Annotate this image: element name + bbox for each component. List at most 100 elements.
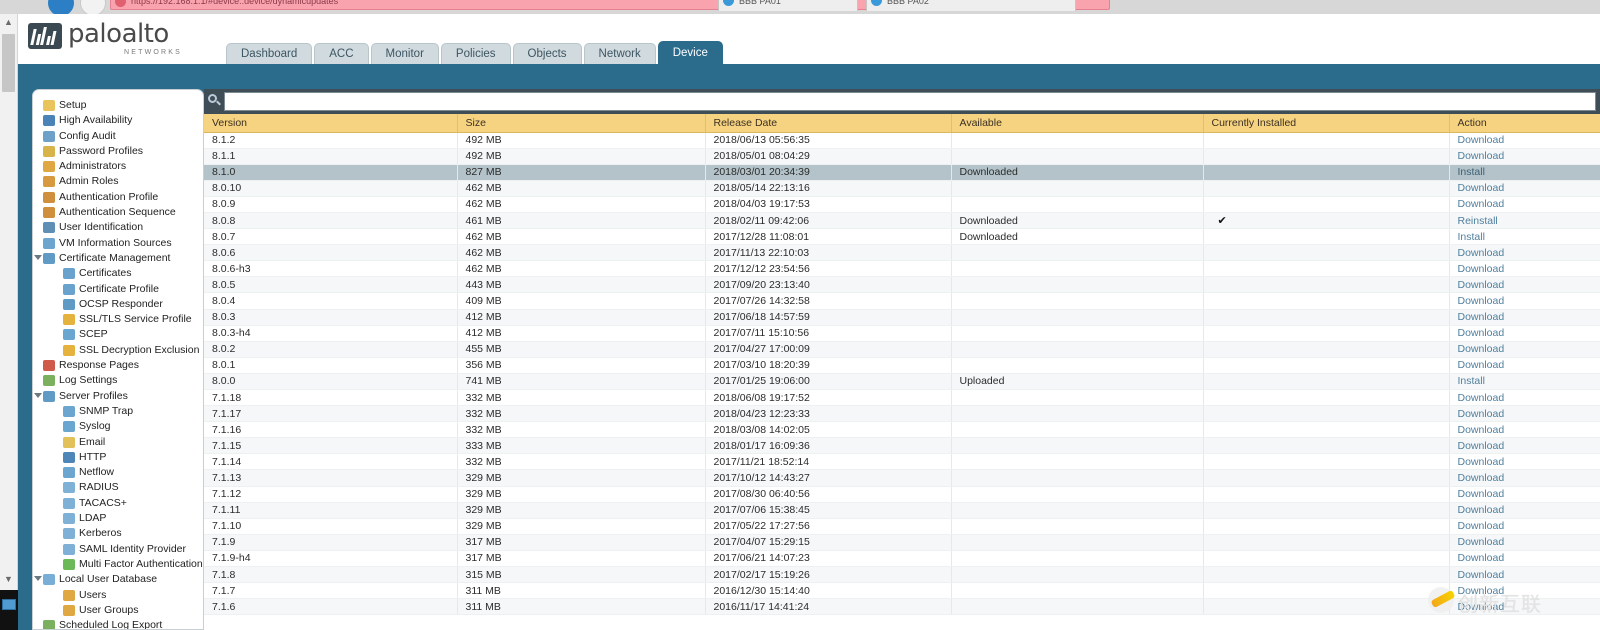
table-row[interactable]: 7.1.9-h4 317 MB 2017/06/21 14:07:23 Downloa… — [204, 550, 1600, 568]
action-link[interactable]: Download — [1458, 504, 1505, 516]
table-row[interactable]: 7.1.10 329 MB 2017/05/22 17:27:56 Download — [204, 518, 1600, 535]
browser-back-icon[interactable] — [48, 0, 74, 14]
action-link[interactable]: Download — [1458, 263, 1505, 275]
table-row[interactable]: 8.0.0 741 MB 2017/01/25 19:06:00 Uploaded In… — [204, 373, 1600, 391]
chevron-down-icon[interactable] — [34, 392, 42, 398]
sidebar-item-administrators[interactable]: Administrators — [33, 159, 203, 174]
action-link[interactable]: Install — [1458, 166, 1485, 178]
cell-action[interactable]: Download — [1449, 148, 1600, 165]
cell-action[interactable]: Download — [1449, 325, 1600, 342]
sidebar-item-snmp-trap[interactable]: SNMP Trap — [33, 404, 203, 419]
sidebar-item-kerberos[interactable]: Kerberos — [33, 526, 203, 541]
action-link[interactable]: Download — [1458, 488, 1505, 500]
sidebar-item-certificates[interactable]: Certificates — [33, 266, 203, 281]
sidebar-item-ldap[interactable]: LDAP — [33, 511, 203, 526]
action-link[interactable]: Download — [1458, 150, 1505, 162]
cell-action[interactable]: Download — [1449, 566, 1600, 584]
table-row[interactable]: 7.1.18 332 MB 2018/06/08 19:17:52 Download — [204, 389, 1600, 407]
column-header-currently-installed[interactable]: Currently Installed — [1203, 114, 1450, 133]
table-row[interactable]: 8.0.8 461 MB 2018/02/11 09:42:06 Downloaded… — [204, 212, 1600, 230]
table-row[interactable]: 8.0.4 409 MB 2017/07/26 14:32:58 Download — [204, 292, 1600, 310]
cell-action[interactable]: Download — [1449, 405, 1600, 423]
paloalto-logo[interactable]: paloalto NETWORKS — [28, 18, 198, 60]
table-row[interactable]: 7.1.12 329 MB 2017/08/30 06:40:56 Download — [204, 486, 1600, 503]
table-row[interactable]: 8.0.3 412 MB 2017/06/18 14:57:59 Download — [204, 309, 1600, 326]
tab-monitor[interactable]: Monitor — [370, 43, 439, 64]
sidebar-item-server-profiles[interactable]: Server Profiles — [33, 389, 203, 404]
action-link[interactable]: Download — [1458, 295, 1505, 307]
scroll-up-icon[interactable]: ▲ — [0, 14, 17, 31]
sidebar-item-user-identification[interactable]: User Identification — [33, 220, 203, 235]
cell-action[interactable]: Install — [1449, 164, 1600, 181]
table-row[interactable]: 8.0.1 356 MB 2017/03/10 18:20:39 Download — [204, 357, 1600, 374]
sidebar-item-radius[interactable]: RADIUS — [33, 480, 203, 495]
table-row[interactable]: 8.0.6-h3 462 MB 2017/12/12 23:54:56 Downloa… — [204, 260, 1600, 278]
table-row[interactable]: 8.0.2 455 MB 2017/04/27 17:00:09 Download — [204, 341, 1600, 358]
browser-tab-2[interactable]: BBB PA02 — [866, 0, 1076, 11]
cell-action[interactable]: Install — [1449, 373, 1600, 391]
table-row[interactable]: 7.1.9 317 MB 2017/04/07 15:29:15 Download — [204, 534, 1600, 551]
action-link[interactable]: Download — [1458, 134, 1505, 146]
sidebar-item-http[interactable]: HTTP — [33, 450, 203, 465]
cell-action[interactable]: Download — [1449, 518, 1600, 535]
action-link[interactable]: Download — [1458, 585, 1505, 597]
sidebar-item-users[interactable]: Users — [33, 588, 203, 603]
action-link[interactable]: Download — [1458, 456, 1505, 468]
table-row[interactable]: 8.0.3-h4 412 MB 2017/07/11 15:10:56 Downloa… — [204, 325, 1600, 342]
action-link[interactable]: Download — [1458, 182, 1505, 194]
sidebar-item-ocsp-responder[interactable]: OCSP Responder — [33, 297, 203, 312]
action-link[interactable]: Download — [1458, 311, 1505, 323]
sidebar-item-tacacs[interactable]: TACACS+ — [33, 496, 203, 511]
action-link[interactable]: Download — [1458, 327, 1505, 339]
tab-dashboard[interactable]: Dashboard — [226, 43, 313, 64]
sidebar-item-setup[interactable]: Setup — [33, 98, 203, 113]
action-link[interactable]: Download — [1458, 247, 1505, 259]
search-input[interactable] — [224, 92, 1596, 111]
table-row[interactable]: 8.0.5 443 MB 2017/09/20 23:13:40 Download — [204, 276, 1600, 294]
action-link[interactable]: Download — [1458, 440, 1505, 452]
sidebar-item-config-audit[interactable]: Config Audit — [33, 129, 203, 144]
cell-action[interactable]: Download — [1449, 276, 1600, 294]
sidebar-item-netflow[interactable]: Netflow — [33, 465, 203, 480]
cell-action[interactable]: Download — [1449, 260, 1600, 278]
table-row[interactable]: 7.1.6 311 MB 2016/11/17 14:41:24 Download — [204, 598, 1600, 616]
action-link[interactable]: Download — [1458, 552, 1505, 564]
sidebar-item-saml-identity-provider[interactable]: SAML Identity Provider — [33, 542, 203, 557]
cell-action[interactable]: Download — [1449, 486, 1600, 503]
table-row[interactable]: 7.1.8 315 MB 2017/02/17 15:19:26 Download — [204, 566, 1600, 584]
table-row[interactable]: 8.0.10 462 MB 2018/05/14 22:13:16 Download — [204, 180, 1600, 197]
cell-action[interactable]: Download — [1449, 534, 1600, 551]
sidebar-item-local-user-database[interactable]: Local User Database — [33, 572, 203, 587]
browser-tab-1[interactable]: BBB PA01 — [718, 0, 858, 11]
cell-action[interactable]: Download — [1449, 292, 1600, 310]
sidebar-item-high-availability[interactable]: High Availability — [33, 113, 203, 128]
table-row[interactable]: 7.1.16 332 MB 2018/03/08 14:02:05 Download — [204, 421, 1600, 439]
cell-action[interactable]: Download — [1449, 309, 1600, 326]
cell-action[interactable]: Download — [1449, 437, 1600, 455]
sidebar-item-email[interactable]: Email — [33, 435, 203, 450]
action-link[interactable]: Download — [1458, 408, 1505, 420]
scrollbar-thumb[interactable] — [2, 34, 15, 92]
sidebar-item-certificate-management[interactable]: Certificate Management — [33, 251, 203, 266]
sidebar-item-syslog[interactable]: Syslog — [33, 419, 203, 434]
cell-action[interactable]: Download — [1449, 582, 1600, 600]
sidebar-item-response-pages[interactable]: Response Pages — [33, 358, 203, 373]
cell-action[interactable]: Download — [1449, 598, 1600, 616]
sidebar-item-authentication-sequence[interactable]: Authentication Sequence — [33, 205, 203, 220]
table-row[interactable]: 8.1.1 492 MB 2018/05/01 08:04:29 Download — [204, 148, 1600, 165]
table-row[interactable]: 7.1.13 329 MB 2017/10/12 14:43:27 Download — [204, 469, 1600, 487]
action-link[interactable]: Download — [1458, 601, 1505, 613]
table-row[interactable]: 8.0.7 462 MB 2017/12/28 11:08:01 Downloaded… — [204, 228, 1600, 246]
cell-action[interactable]: Download — [1449, 196, 1600, 213]
action-link[interactable]: Download — [1458, 343, 1505, 355]
cell-action[interactable]: Download — [1449, 453, 1600, 471]
sidebar-item-ssl-decryption-exclusion[interactable]: SSL Decryption Exclusion — [33, 343, 203, 358]
action-link[interactable]: Download — [1458, 520, 1505, 532]
cell-action[interactable]: Download — [1449, 389, 1600, 407]
sidebar-item-multi-factor-authentication[interactable]: Multi Factor Authentication — [33, 557, 203, 572]
search-icon[interactable] — [208, 94, 222, 108]
cell-action[interactable]: Download — [1449, 469, 1600, 487]
cell-action[interactable]: Download — [1449, 132, 1600, 149]
column-header-version[interactable]: Version — [204, 114, 458, 133]
sidebar-item-admin-roles[interactable]: Admin Roles — [33, 174, 203, 189]
